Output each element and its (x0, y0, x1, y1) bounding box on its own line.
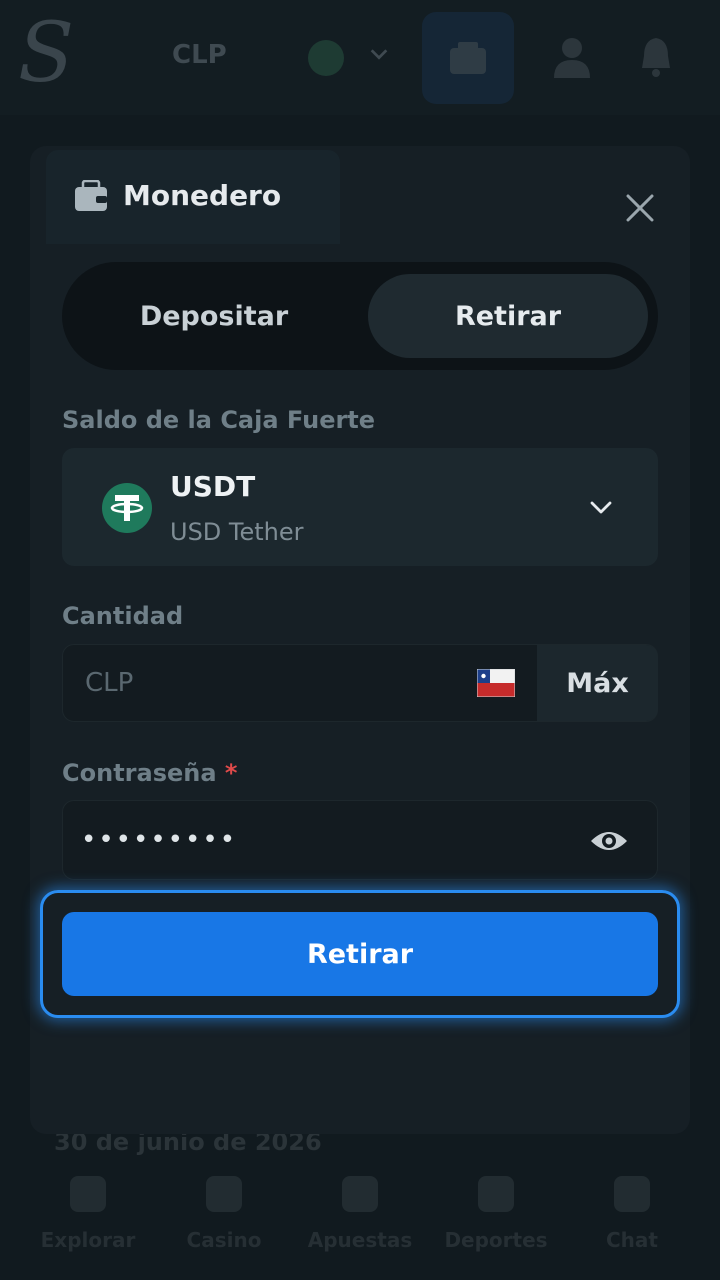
bets-icon (342, 1176, 378, 1212)
chevron-down-icon (370, 49, 388, 60)
withdraw-submit-button[interactable]: Retirar (62, 912, 658, 996)
wallet-button (422, 12, 514, 104)
asset-select[interactable]: USDT USD Tether (62, 448, 658, 566)
password-input[interactable] (63, 801, 563, 879)
password-label: Contraseña * (62, 759, 237, 787)
amount-input[interactable] (63, 645, 535, 721)
submit-focus-ring: Retirar (40, 890, 680, 1018)
nav-label: Apuestas (307, 1228, 413, 1252)
nav-label: Explorar (40, 1228, 136, 1252)
user-icon (554, 38, 590, 78)
max-button[interactable]: Máx (537, 645, 658, 721)
nav-item-explore: Explorar (23, 1176, 153, 1252)
chevron-down-icon (590, 501, 612, 514)
eye-icon[interactable] (589, 823, 629, 859)
password-field (62, 800, 658, 880)
sports-icon (478, 1176, 514, 1212)
asset-name: USD Tether (170, 518, 304, 546)
nav-item-bets: Apuestas (295, 1176, 425, 1252)
amount-label: Cantidad (62, 602, 184, 630)
tab-deposit[interactable]: Depositar (74, 274, 354, 358)
coin-icon (308, 40, 344, 76)
asset-code: USDT (170, 470, 256, 503)
tether-icon (102, 483, 152, 533)
tab-withdraw[interactable]: Retirar (368, 274, 648, 358)
bottom-nav: Explorar Casino Apuestas Deportes Chat (0, 1160, 720, 1280)
password-label-text: Contraseña (62, 759, 217, 787)
top-bar: S CLP (0, 0, 720, 115)
explore-icon (70, 1176, 106, 1212)
chile-flag-icon (477, 669, 515, 697)
casino-icon (206, 1176, 242, 1212)
wallet-modal: Monedero Depositar Retirar Saldo de la C… (30, 146, 690, 1134)
nav-label: Chat (606, 1228, 658, 1252)
nav-label: Casino (186, 1228, 262, 1252)
top-currency: CLP (172, 40, 227, 70)
wallet-icon (450, 42, 486, 74)
nav-label: Deportes (444, 1228, 548, 1252)
required-mark: * (224, 759, 238, 787)
vault-balance-label: Saldo de la Caja Fuerte (62, 406, 376, 434)
nav-item-sports: Deportes (431, 1176, 561, 1252)
chat-icon (614, 1176, 650, 1212)
bell-icon (642, 38, 670, 77)
brand-logo: S (18, 6, 75, 101)
nav-item-casino: Casino (159, 1176, 289, 1252)
amount-field: Máx (62, 644, 658, 722)
deposit-withdraw-toggle: Depositar Retirar (62, 262, 658, 370)
wallet-icon (75, 180, 107, 211)
nav-item-chat: Chat (567, 1176, 697, 1252)
modal-title: Monedero (123, 179, 282, 212)
close-icon[interactable] (620, 188, 660, 228)
